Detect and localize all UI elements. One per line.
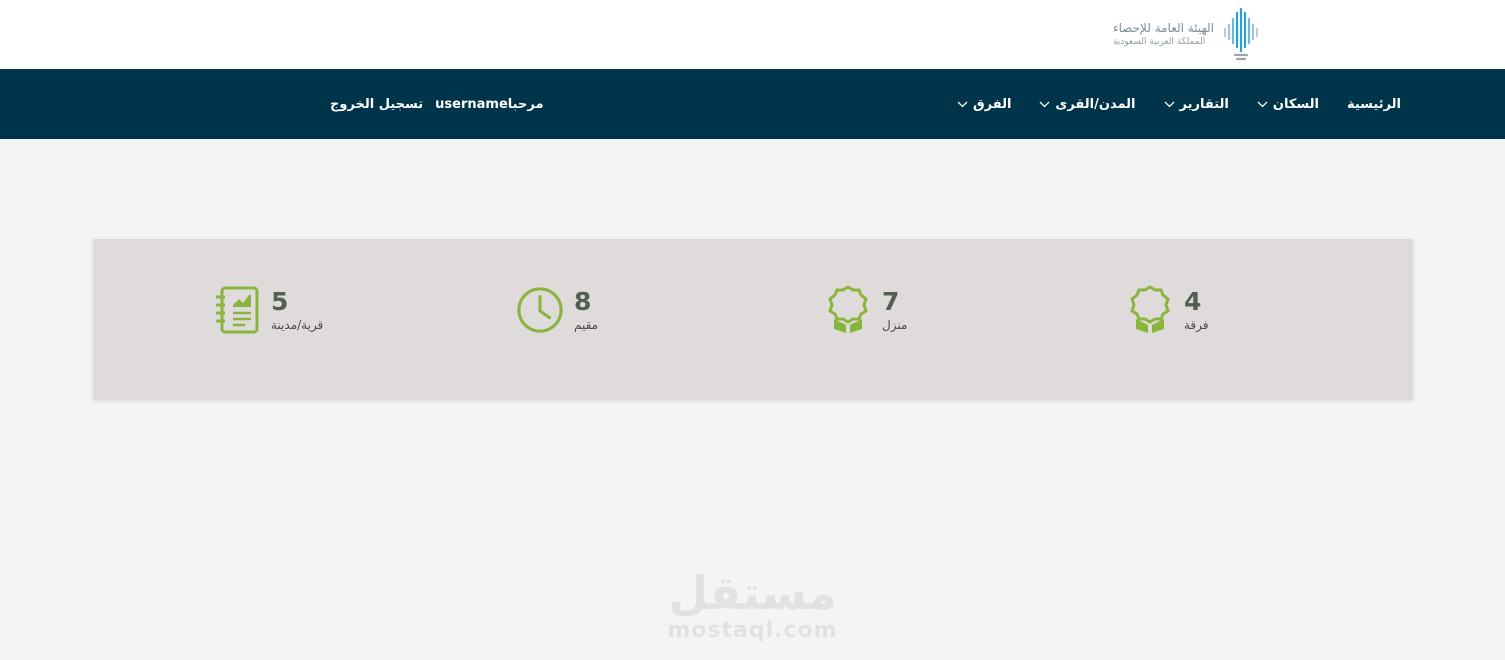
- nav-menu: الرئيسية السكان التقارير المدن/القرى الف…: [957, 69, 1401, 139]
- stat-label: فرقة: [1184, 317, 1209, 332]
- nav-item-home[interactable]: الرئيسية: [1347, 97, 1401, 112]
- stat-value: 4: [1184, 286, 1202, 316]
- chevron-down-icon: [1164, 101, 1174, 107]
- nav-item-label: السكان: [1272, 96, 1319, 112]
- stat-houses: 7 منزل: [824, 285, 907, 335]
- logo-subtitle: المملكة العربية السعودية: [1112, 37, 1206, 47]
- stat-value: 5: [271, 286, 289, 316]
- logo-title: الهيئة العامة للإحصاء: [1112, 21, 1214, 35]
- clock-icon: [517, 287, 563, 333]
- award-icon: [828, 285, 868, 333]
- welcome-label: مرحبا: [507, 96, 544, 112]
- stat-value: 7: [882, 286, 900, 316]
- nav-item-label: الفرق: [973, 96, 1012, 112]
- nav-item-teams[interactable]: الفرق: [957, 97, 1011, 112]
- stats-panel: 4 فرقة 7 منزل 8 مقيم 5 قرية/مدينة: [93, 239, 1413, 400]
- watermark-latin: mostaql.com: [667, 618, 838, 643]
- chevron-down-icon: [1039, 101, 1050, 107]
- watermark-arabic: مستقل: [668, 566, 837, 620]
- nav-item-reports[interactable]: التقارير: [1164, 97, 1229, 112]
- award-icon: [1130, 285, 1170, 333]
- stat-label: مقيم: [574, 317, 599, 332]
- chevron-down-icon: [1257, 101, 1268, 107]
- stat-value: 8: [574, 286, 592, 316]
- stat-residents: 8 مقيم: [516, 285, 598, 335]
- nav-item-cities-villages[interactable]: المدن/القرى: [1039, 96, 1136, 112]
- nav-item-label: الرئيسية: [1346, 96, 1401, 112]
- nav-item-population[interactable]: السكان: [1257, 97, 1319, 112]
- notebook-chart-icon: [216, 286, 259, 334]
- main-navbar: الرئيسية السكان التقارير المدن/القرى الف…: [0, 69, 1505, 139]
- stat-teams: 4 فرقة: [1126, 285, 1209, 335]
- nav-item-label: التقارير: [1179, 96, 1229, 112]
- stat-label: منزل: [882, 317, 908, 332]
- nav-item-label: المدن/القرى: [1055, 96, 1136, 112]
- logout-link[interactable]: تسجيل الخروج: [330, 97, 423, 112]
- mostaql-watermark: مستقل mostaql.com: [0, 568, 1505, 644]
- stat-text: 7 منزل: [882, 286, 908, 333]
- stat-villages-cities: 5 قرية/مدينة: [213, 285, 323, 335]
- stat-text: 4 فرقة: [1184, 286, 1209, 333]
- chevron-down-icon: [957, 101, 968, 107]
- logo-text: الهيئة العامة للإحصاء المملكة العربية ال…: [1113, 21, 1214, 49]
- welcome-text: username مرحبا: [435, 97, 543, 112]
- nav-user-area: تسجيل الخروج username مرحبا: [330, 69, 544, 139]
- stat-text: 5 قرية/مدينة: [271, 286, 324, 333]
- stat-label: قرية/مدينة: [271, 317, 324, 332]
- gastat-logo[interactable]: الهيئة العامة للإحصاء المملكة العربية ال…: [1113, 7, 1260, 63]
- gastat-logo-icon: [1223, 7, 1259, 61]
- top-header: الهيئة العامة للإحصاء المملكة العربية ال…: [0, 0, 1505, 69]
- stat-text: 8 مقيم: [574, 286, 599, 333]
- username: username: [435, 96, 508, 112]
